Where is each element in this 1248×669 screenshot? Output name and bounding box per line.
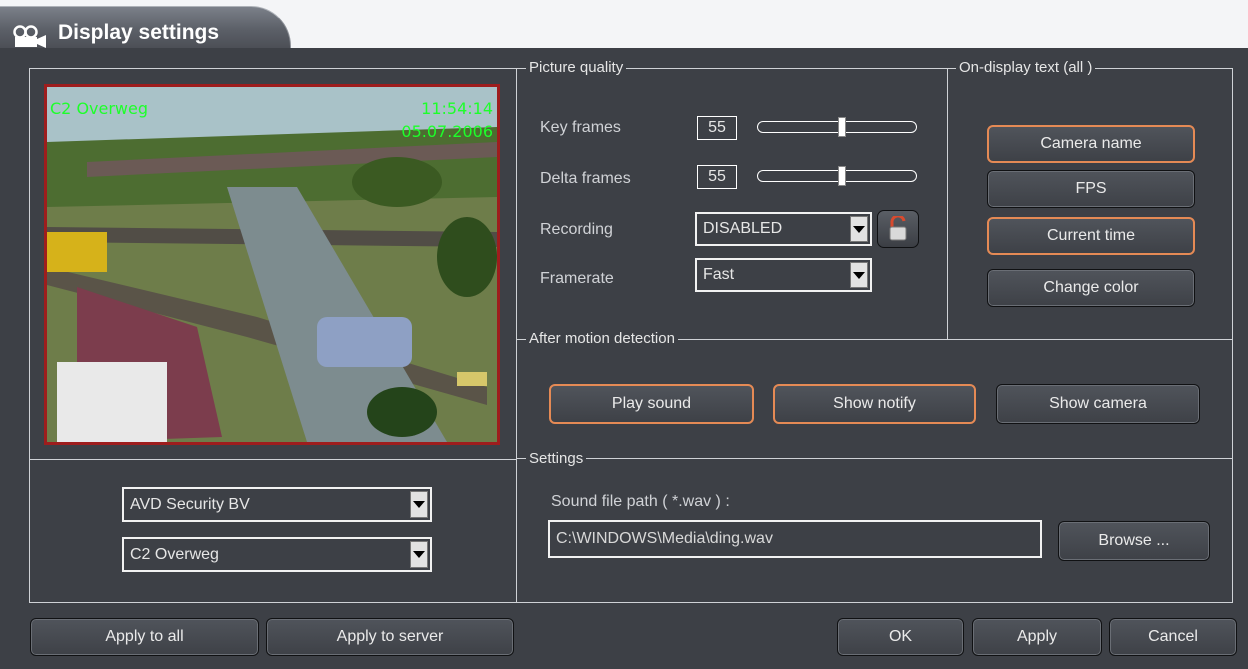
site-select[interactable]: AVD Security BV (122, 487, 432, 522)
browse-button[interactable]: Browse ... (1058, 521, 1210, 561)
apply-button[interactable]: Apply (972, 618, 1102, 656)
apply-to-server-button[interactable]: Apply to server (266, 618, 514, 656)
osd-date: 05.07.2006 (401, 122, 493, 141)
key-frames-label: Key frames (540, 119, 621, 136)
show-camera-toggle[interactable]: Show camera (996, 384, 1200, 424)
apply-to-all-button[interactable]: Apply to all (30, 618, 259, 656)
sound-path-input[interactable]: C:\WINDOWS\Media\ding.wav (548, 520, 1042, 558)
camera-name-toggle[interactable]: Camera name (987, 125, 1195, 163)
sound-path-value: C:\WINDOWS\Media\ding.wav (556, 530, 773, 547)
key-frames-value[interactable]: 55 (697, 116, 737, 140)
osd-time: 11:54:14 (421, 99, 493, 118)
change-color-button[interactable]: Change color (987, 269, 1195, 307)
play-sound-toggle[interactable]: Play sound (549, 384, 754, 424)
site-select-value: AVD Security BV (130, 495, 250, 513)
settings-legend: Settings (526, 451, 587, 467)
recording-select-value: DISABLED (703, 220, 783, 237)
camera-select-value: C2 Overweg (130, 545, 219, 563)
window-title: Display settings (58, 21, 220, 44)
delta-frames-value[interactable]: 55 (697, 165, 737, 189)
camera-select[interactable]: C2 Overweg (122, 537, 432, 572)
unlock-icon (889, 216, 907, 241)
lock-button[interactable] (877, 210, 919, 248)
delta-frames-label: Delta frames (540, 170, 631, 187)
recording-label: Recording (540, 221, 613, 238)
camera-icon (13, 25, 46, 48)
cancel-button[interactable]: Cancel (1109, 618, 1237, 656)
osd-camera-name: C2 Overweg (50, 99, 149, 118)
selector-panel (29, 459, 517, 603)
picture-quality-legend: Picture quality (526, 60, 627, 76)
title-tab: Display settings (0, 6, 291, 49)
show-notify-toggle[interactable]: Show notify (773, 384, 976, 424)
recording-select[interactable]: DISABLED (695, 212, 872, 246)
on-display-text-legend: On-display text (all ) (956, 60, 1096, 76)
chevron-down-icon[interactable] (850, 216, 868, 242)
picture-quality-panel (516, 68, 948, 340)
camera-preview[interactable]: C2 Overweg 11:54:14 05.07.2006 (44, 84, 500, 445)
framerate-select[interactable]: Fast (695, 258, 872, 292)
chevron-down-icon[interactable] (850, 262, 868, 288)
key-frames-slider-thumb[interactable] (838, 117, 846, 137)
current-time-toggle[interactable]: Current time (987, 217, 1195, 255)
chevron-down-icon[interactable] (410, 541, 428, 568)
delta-frames-slider-thumb[interactable] (838, 166, 846, 186)
key-frames-slider[interactable] (757, 117, 917, 137)
chevron-down-icon[interactable] (410, 491, 428, 518)
sound-path-label: Sound file path ( *.wav ) : (551, 493, 730, 510)
ok-button[interactable]: OK (837, 618, 964, 656)
framerate-label: Framerate (540, 270, 614, 287)
fps-toggle[interactable]: FPS (987, 170, 1195, 208)
framerate-select-value: Fast (703, 266, 735, 283)
after-motion-legend: After motion detection (526, 331, 678, 347)
delta-frames-slider[interactable] (757, 166, 917, 186)
